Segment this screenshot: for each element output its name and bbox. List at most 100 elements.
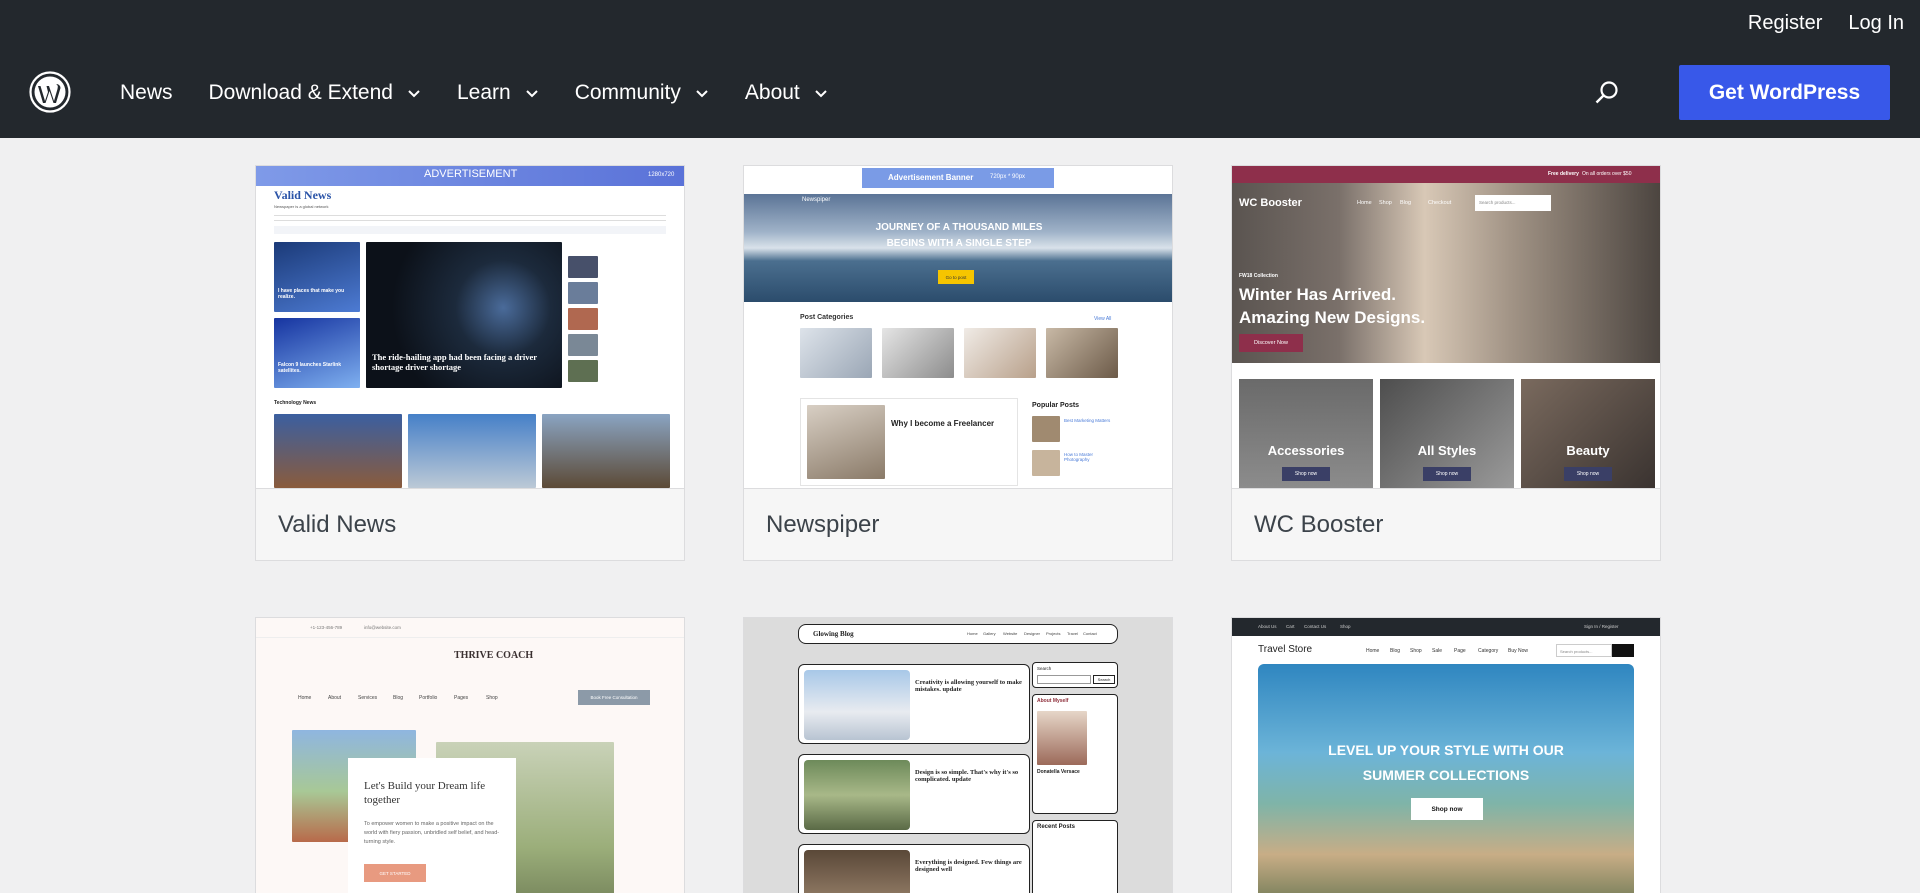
theme-screenshot: ADVERTISEMENT 1280x720 Valid News Newspa… xyxy=(256,166,684,488)
preview-image xyxy=(964,328,1036,378)
preview-search-button: Search xyxy=(1093,675,1115,684)
preview-latest-list xyxy=(568,242,668,388)
preview-view-all: View All xyxy=(1094,316,1112,322)
preview-site-title: Travel Store xyxy=(1258,644,1313,655)
preview-tile-button: Shop now xyxy=(1282,467,1330,481)
preview-content-card: Let's Build your Dream life together To … xyxy=(348,758,516,893)
nav-item-label: Community xyxy=(574,81,681,104)
preview-hero-button: Go to post xyxy=(938,270,974,284)
preview-recent-title: Recent Posts xyxy=(1037,824,1076,830)
nav-item-download-extend[interactable]: Download & Extend xyxy=(209,81,421,105)
preview-recent-widget: Recent Posts xyxy=(1032,820,1118,893)
preview-image xyxy=(1046,328,1118,378)
theme-card-travel-store[interactable]: About Us Cart Contact Us Shop Sign In / … xyxy=(1231,617,1661,893)
preview-hero-line: LEVEL UP YOUR STYLE WITH OUR xyxy=(1328,742,1564,758)
preview-image xyxy=(800,328,872,378)
preview-nav-item: Travel xyxy=(1067,631,1078,636)
theme-card-glowing-blog[interactable]: Glowing Blog Home Gallery Website Design… xyxy=(743,617,1173,893)
preview-image xyxy=(542,414,670,488)
theme-screenshot: Free delivery On all orders over $50 WC … xyxy=(1232,166,1660,488)
preview-post: Creativity is allowing yourself to make … xyxy=(798,664,1030,744)
preview-nav-item: Shop xyxy=(1410,648,1422,654)
preview-about-name: Donatella Versace xyxy=(1037,769,1080,775)
preview-nav-item: Home xyxy=(298,695,312,701)
preview-promo-bar: Free delivery On all orders over $50 xyxy=(1232,166,1660,183)
top-navigation-bar: Register Log In News Download & Extend L… xyxy=(0,0,1920,138)
preview-hero: Newspiper JOURNEY OF A THOUSAND MILES BE… xyxy=(744,194,1172,302)
preview-tile-button: Shop now xyxy=(1564,467,1612,481)
preview-phone: +1-123-456-789 xyxy=(310,625,343,630)
preview-account: Sign In / Register xyxy=(1584,624,1619,629)
preview-nav-item: Home xyxy=(1366,648,1380,654)
preview-nav-item: Buy Now xyxy=(1508,648,1529,654)
preview-kicker: FW18 Collection xyxy=(1239,273,1278,279)
nav-item-label: Learn xyxy=(456,81,511,104)
preview-nav-item: Projects xyxy=(1046,631,1061,636)
login-link[interactable]: Log In xyxy=(1848,12,1904,35)
preview-post-card: Why I become a Freelancer xyxy=(800,398,1018,486)
preview-hero-line: SUMMER COLLECTIONS xyxy=(1362,767,1530,783)
preview-nav xyxy=(274,215,666,221)
preview-about-widget: About Myself Donatella Versace xyxy=(1032,694,1118,814)
preview-image xyxy=(274,318,360,388)
preview-hero-line: Amazing New Designs. xyxy=(1239,308,1426,327)
theme-card-wc-booster[interactable]: Free delivery On all orders over $50 WC … xyxy=(1231,165,1661,561)
preview-image xyxy=(274,242,360,312)
preview-post: Everything is designed. Few things are d… xyxy=(798,844,1030,893)
search-icon[interactable] xyxy=(1594,80,1620,106)
preview-nav-item: Home xyxy=(967,631,978,636)
wordpress-logo-icon[interactable] xyxy=(29,71,71,113)
nav-item-news[interactable]: News xyxy=(120,81,173,105)
theme-card-newspiper[interactable]: Advertisement Banner 720px * 90px Newspi… xyxy=(743,165,1173,561)
ad-banner: Advertisement Banner 720px * 90px xyxy=(862,168,1054,188)
theme-name[interactable]: WC Booster xyxy=(1254,511,1383,539)
preview-ticker xyxy=(274,226,666,234)
theme-name[interactable]: Newspiper xyxy=(766,511,879,539)
theme-name[interactable]: Valid News xyxy=(278,511,396,539)
preview-popular-title: Popular Posts xyxy=(1032,402,1080,409)
main-nav: News Download & Extend Learn Community A… xyxy=(120,80,864,106)
preview-search-label: Search xyxy=(1037,666,1052,671)
preview-nav-item: Portfolio xyxy=(419,695,438,701)
preview-topnav: About Us Cart Contact Us Shop Sign In / … xyxy=(1232,618,1660,636)
preview-side-item: Falcon 9 launches Starlink satellites. xyxy=(278,362,342,374)
preview-popular-posts: Popular Posts Best Marketing Matters How… xyxy=(1028,398,1116,486)
preview-popular-item: How to Master Photography xyxy=(1064,452,1094,462)
preview-promo-detail: On all orders over $50 xyxy=(1582,171,1632,177)
get-wordpress-button[interactable]: Get WordPress xyxy=(1679,65,1890,120)
preview-about-title: About Myself xyxy=(1037,698,1069,704)
ad-banner-size: 720px * 90px xyxy=(990,174,1026,180)
preview-topnav-item: Shop xyxy=(1340,624,1351,629)
chevron-down-icon xyxy=(525,90,538,98)
preview-image xyxy=(274,414,402,488)
nav-item-about[interactable]: About xyxy=(745,81,828,105)
nav-item-learn[interactable]: Learn xyxy=(457,81,539,105)
preview-post-title: Everything is designed. Few things are d… xyxy=(915,859,1022,873)
preview-nav-item: Designer xyxy=(1024,631,1041,636)
preview-heading: Let's Build your Dream life together xyxy=(364,780,486,806)
chevron-down-icon xyxy=(696,90,708,98)
preview-post: Design is so simple. That's why it's so … xyxy=(798,754,1030,834)
theme-card-valid-news[interactable]: ADVERTISEMENT 1280x720 Valid News Newspa… xyxy=(255,165,685,561)
preview-tile-label: Beauty xyxy=(1566,443,1610,458)
theme-screenshot: Glowing Blog Home Gallery Website Design… xyxy=(744,618,1172,893)
preview-nav-item: Gallery xyxy=(983,631,996,636)
ad-banner-label: ADVERTISEMENT xyxy=(424,168,518,180)
nav-item-community[interactable]: Community xyxy=(575,81,709,105)
preview-button: GET STARTED xyxy=(364,864,426,882)
preview-nav-item: Pages xyxy=(454,695,469,701)
theme-card-thrive-coach[interactable]: +1-123-456-789 info@website.com THRIVE C… xyxy=(255,617,685,893)
preview-search-button xyxy=(1612,644,1634,657)
preview-post-title: Design is so simple. That's why it's so … xyxy=(915,769,1019,783)
preview-tile-button: Shop now xyxy=(1423,467,1471,481)
preview-side-item: I have places that make you realize. xyxy=(278,288,345,300)
preview-hero-line: BEGINS WITH A SINGLE STEP xyxy=(886,238,1032,249)
preview-tagline: Newspaper is a global network xyxy=(274,204,329,209)
preview-nav-item: Sale xyxy=(1432,648,1443,654)
preview-hero: WC Booster Home Shop Blog Checkout Searc… xyxy=(1232,183,1660,363)
nav-item-label: News xyxy=(120,81,173,104)
register-link[interactable]: Register xyxy=(1748,12,1822,35)
preview-nav-item: About xyxy=(328,695,342,701)
preview-topnav-item: Contact Us xyxy=(1304,624,1327,629)
preview-site-title: Glowing Blog xyxy=(813,630,854,638)
